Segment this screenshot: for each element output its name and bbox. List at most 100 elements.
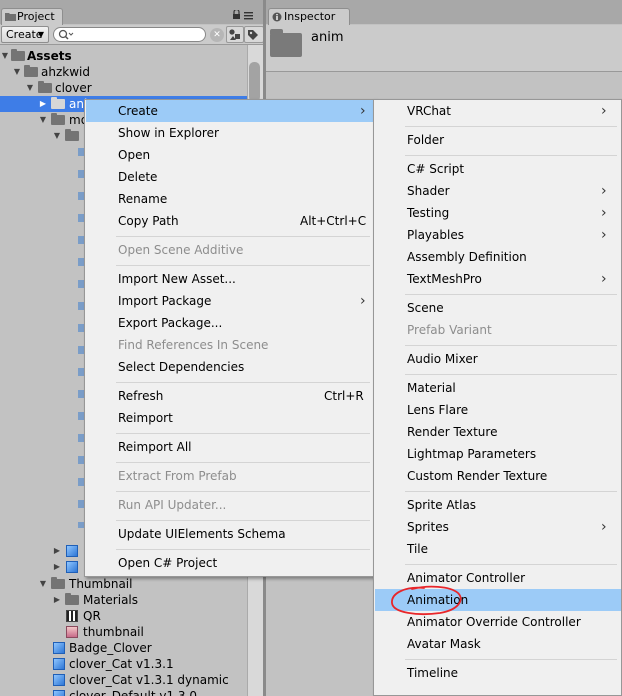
menu-item-timeline[interactable]: Timeline (375, 662, 621, 684)
clear-search-icon[interactable]: ✕ (210, 28, 224, 42)
menu-item-sprite-atlas[interactable]: Sprite Atlas (375, 494, 621, 516)
menu-item-reimport[interactable]: Reimport (86, 407, 374, 429)
menu-item-import-package[interactable]: Import Package › (86, 290, 374, 312)
collapsed-arrow-icon[interactable]: ▶ (38, 96, 48, 112)
submenu-arrow-icon: › (601, 227, 607, 243)
menu-item-tile[interactable]: Tile (375, 538, 621, 560)
menu-item-copy-path[interactable]: Copy Path Alt+Ctrl+C (86, 210, 374, 232)
collapsed-arrow-icon[interactable]: ▶ (52, 543, 62, 559)
menu-item-import-new-asset[interactable]: Import New Asset... (86, 268, 374, 290)
tree-row-clover[interactable]: ▼ clover (0, 80, 247, 96)
context-menu: Create › Show in Explorer Open Delete Re… (84, 99, 375, 577)
menu-item-prefab-variant: Prefab Variant (407, 323, 492, 337)
folder-icon (11, 49, 25, 61)
prefab-icon (53, 690, 65, 696)
menu-separator (405, 345, 617, 346)
menu-item-material[interactable]: Material (375, 377, 621, 399)
search-by-type-icon[interactable] (226, 26, 244, 43)
menu-item-scene[interactable]: Scene (375, 297, 621, 319)
tree-row-badge-clover[interactable]: Badge_Clover (0, 640, 247, 656)
tree-row-qr[interactable]: QR (0, 608, 247, 624)
menu-item-create[interactable]: Create › (86, 100, 374, 122)
menu-separator (116, 265, 370, 266)
qr-texture-icon (66, 610, 78, 622)
menu-item-lens-flare[interactable]: Lens Flare (375, 399, 621, 421)
menu-item-show-in-explorer[interactable]: Show in Explorer (86, 122, 374, 144)
menu-separator (116, 433, 370, 434)
menu-item-sprites[interactable]: Sprites › (375, 516, 621, 538)
tree-row-materials[interactable]: ▶ Materials (0, 592, 247, 608)
menu-item-lightmap-parameters[interactable]: Lightmap Parameters (375, 443, 621, 465)
menu-item-delete[interactable]: Delete (86, 166, 374, 188)
menu-separator (116, 462, 370, 463)
expanded-arrow-icon[interactable]: ▼ (0, 48, 10, 64)
expanded-arrow-icon[interactable]: ▼ (38, 112, 48, 128)
inspector-tab[interactable]: Inspector (268, 8, 350, 25)
shortcut-label: Alt+Ctrl+C (300, 214, 367, 228)
tree-row-assets[interactable]: ▼ Assets (0, 48, 247, 64)
menu-item-select-dependencies[interactable]: Select Dependencies (86, 356, 374, 378)
menu-item-extract-from-prefab: Extract From Prefab (118, 469, 237, 483)
menu-item-rename[interactable]: Rename (86, 188, 374, 210)
menu-item-vrchat[interactable]: VRChat › (375, 100, 621, 122)
menu-item-shader[interactable]: Shader › (375, 180, 621, 202)
menu-item-open[interactable]: Open (86, 144, 374, 166)
menu-item-update-uielements-schema[interactable]: Update UIElements Schema (86, 523, 374, 545)
inspector-tab-strip: Inspector (266, 0, 622, 25)
tree-row-clover-cat[interactable]: clover_Cat v1.3.1 (0, 656, 247, 672)
menu-item-csharp-script[interactable]: C# Script (375, 158, 621, 180)
menu-item-avatar-mask[interactable]: Avatar Mask (375, 633, 621, 655)
tree-row-thumbnail[interactable]: ▼ Thumbnail (0, 576, 247, 592)
menu-item-reimport-all[interactable]: Reimport All (86, 436, 374, 458)
expanded-arrow-icon[interactable]: ▼ (25, 80, 35, 96)
menu-separator (116, 382, 370, 383)
menu-separator (116, 491, 370, 492)
project-tab-label: Project (17, 10, 55, 23)
collapsed-arrow-icon[interactable]: ▶ (52, 559, 62, 575)
tree-row-clover-default[interactable]: clover_Default v1.3.0 (0, 688, 247, 696)
create-dropdown-button[interactable]: Create ▼ (1, 26, 49, 43)
search-by-label-icon[interactable] (244, 26, 264, 43)
menu-item-export-package[interactable]: Export Package... (86, 312, 374, 334)
menu-separator (405, 126, 617, 127)
submenu-arrow-icon: › (601, 183, 607, 199)
folder-icon (65, 129, 79, 141)
folder-icon (270, 29, 302, 57)
menu-item-custom-render-texture[interactable]: Custom Render Texture (375, 465, 621, 487)
menu-item-testing[interactable]: Testing › (375, 202, 621, 224)
menu-item-open-csharp-project[interactable]: Open C# Project (86, 552, 374, 574)
expanded-arrow-icon[interactable]: ▼ (52, 128, 62, 144)
prefab-icon (66, 561, 78, 573)
project-tab[interactable]: Project (1, 8, 63, 25)
menu-item-playables[interactable]: Playables › (375, 224, 621, 246)
menu-item-textmeshpro[interactable]: TextMeshPro › (375, 268, 621, 290)
tree-row-thumbnail-image[interactable]: thumbnail (0, 624, 247, 640)
submenu-arrow-icon: › (601, 103, 607, 119)
submenu-arrow-icon: › (360, 103, 366, 119)
image-texture-icon (66, 626, 78, 638)
menu-separator (405, 659, 617, 660)
menu-item-assembly-definition[interactable]: Assembly Definition (375, 246, 621, 268)
menu-item-refresh[interactable]: Refresh Ctrl+R (86, 385, 374, 407)
project-toolbar: Create ▼ ✕ (0, 25, 264, 45)
lock-icon[interactable] (232, 8, 260, 23)
expanded-arrow-icon[interactable]: ▼ (38, 576, 48, 592)
scrollbar-thumb[interactable] (249, 62, 260, 102)
menu-item-audio-mixer[interactable]: Audio Mixer (375, 348, 621, 370)
folder-icon (5, 13, 16, 21)
collapsed-arrow-icon[interactable]: ▶ (52, 592, 62, 608)
folder-icon (38, 81, 52, 93)
folder-icon (51, 113, 65, 125)
tree-row-ahzkwid[interactable]: ▼ ahzkwid (0, 64, 247, 80)
folder-icon (51, 97, 65, 109)
menu-item-render-texture[interactable]: Render Texture (375, 421, 621, 443)
folder-icon (65, 593, 79, 605)
prefab-icon (53, 658, 65, 670)
menu-separator (405, 374, 617, 375)
menu-item-folder[interactable]: Folder (375, 129, 621, 151)
folder-icon (24, 65, 38, 77)
shortcut-label: Ctrl+R (324, 389, 364, 403)
tree-row-clover-cat-dynamic[interactable]: clover_Cat v1.3.1 dynamic (0, 672, 247, 688)
search-input[interactable] (53, 27, 206, 42)
expanded-arrow-icon[interactable]: ▼ (12, 64, 22, 80)
